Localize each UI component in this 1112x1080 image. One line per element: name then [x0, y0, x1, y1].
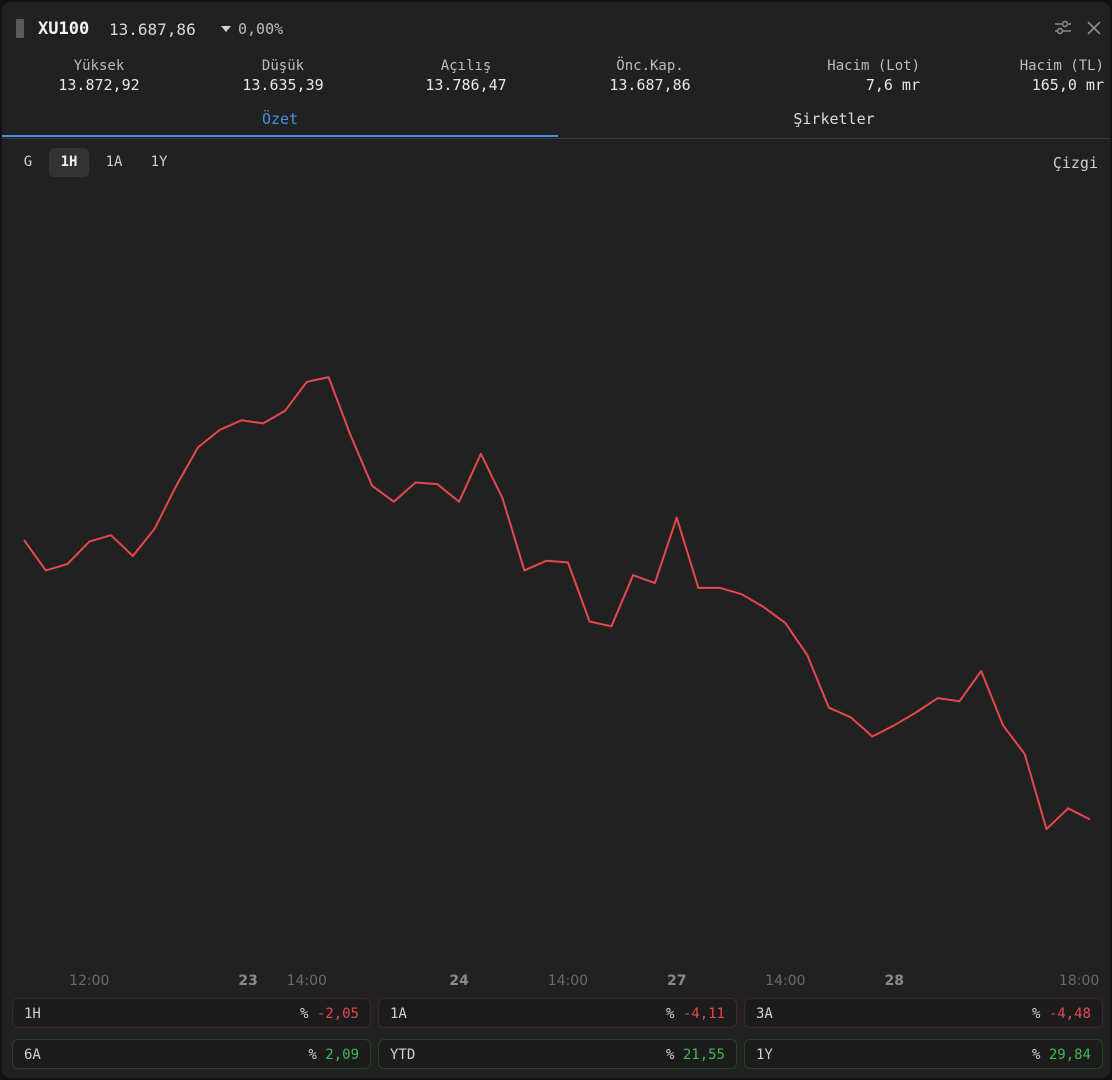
performance-label: 1H [24, 1006, 41, 1022]
x-tick-label: 14:00 [548, 973, 588, 989]
x-tick-label: 18:00 [1059, 973, 1099, 989]
performance-value: 29,84 [1048, 1047, 1091, 1063]
drag-handle[interactable] [16, 19, 24, 38]
performance-value: -4,48 [1048, 1006, 1091, 1022]
performance-value-wrap: % -4,11 [666, 1006, 725, 1022]
range-day[interactable]: G [14, 148, 42, 177]
performance-label: YTD [390, 1047, 416, 1063]
x-tick-label: 27 [667, 973, 686, 989]
symbol-label[interactable]: XU100 [38, 19, 89, 39]
performance-label: 6A [24, 1047, 41, 1063]
percent-sign: % [1031, 1006, 1041, 1022]
stat-value: 13.786,47 [425, 76, 507, 94]
stats-row: Yüksek 13.872,92 Düşük 13.635,39 Açılış … [2, 58, 1110, 102]
stat-value: 7,6 mr [865, 76, 920, 94]
tab-companies[interactable]: Şirketler [558, 106, 1110, 137]
performance-card[interactable]: 1Y % 29,84 [744, 1039, 1103, 1069]
performance-value-wrap: % -4,48 [1032, 1006, 1091, 1022]
index-widget: XU100 13.687,86 0,00% Yüksek 13.872,92 D… [2, 2, 1110, 1078]
x-tick-label: 12:00 [69, 973, 109, 989]
percent-sign: % [299, 1006, 309, 1022]
performance-card[interactable]: 6A % 2,09 [12, 1039, 371, 1069]
performance-card[interactable]: YTD % 21,55 [378, 1039, 737, 1069]
range-week[interactable]: 1H [49, 148, 89, 177]
range-year[interactable]: 1Y [141, 148, 177, 177]
stat-volume-lot: Hacim (Lot) 7,6 mr [827, 58, 920, 94]
stat-value: 13.687,86 [609, 76, 691, 94]
stat-high: Yüksek 13.872,92 [58, 58, 139, 94]
x-tick-label: 23 [238, 973, 257, 989]
close-icon[interactable] [1084, 18, 1104, 38]
x-tick-label: 28 [884, 973, 903, 989]
tab-bar: Özet Şirketler [2, 106, 1110, 139]
x-tick-label: 24 [449, 973, 469, 989]
caret-down-icon [221, 26, 231, 32]
performance-label: 3A [756, 1006, 773, 1022]
performance-value: 21,55 [682, 1047, 725, 1063]
stat-label: Hacim (TL) [1019, 58, 1104, 74]
performance-card[interactable]: 1H % -2,05 [12, 998, 371, 1028]
last-price: 13.687,86 [109, 20, 196, 39]
performance-value-wrap: % 21,55 [666, 1047, 725, 1063]
stat-low: Düşük 13.635,39 [242, 58, 323, 94]
widget-header: XU100 13.687,86 0,00% [2, 2, 1110, 56]
stat-label: Düşük [261, 58, 305, 74]
range-month[interactable]: 1A [96, 148, 132, 177]
performance-card[interactable]: 3A % -4,48 [744, 998, 1103, 1028]
performance-card[interactable]: 1A % -4,11 [378, 998, 737, 1028]
stat-open: Açılış 13.786,47 [425, 58, 506, 94]
tab-summary[interactable]: Özet [2, 106, 558, 137]
stat-label: Hacim (Lot) [827, 58, 920, 74]
price-change: 0,00% [238, 20, 284, 38]
performance-value: -4,11 [682, 1006, 725, 1022]
performance-label: 1A [390, 1006, 407, 1022]
stat-label: Önc.Kap. [616, 58, 684, 74]
x-tick-label: 14:00 [287, 973, 327, 989]
price-line-chart: 12:00 23 14:00 24 14:00 27 14:00 28 18:00 [23, 376, 1099, 989]
chart-type-selector[interactable]: Çizgi [1053, 154, 1098, 172]
stat-volume-tl: Hacim (TL) 165,0 mr [1020, 58, 1104, 94]
percent-sign: % [665, 1047, 675, 1063]
stat-label: Açılış [440, 58, 492, 74]
performance-value: 2,09 [325, 1047, 359, 1063]
stat-label: Yüksek [73, 58, 125, 74]
x-tick-label: 14:00 [765, 973, 805, 989]
percent-sign: % [308, 1047, 317, 1063]
performance-value: -2,05 [316, 1006, 359, 1022]
stat-value: 13.635,39 [242, 76, 324, 94]
stat-value: 13.872,92 [58, 76, 140, 94]
performance-value-wrap: % 29,84 [1032, 1047, 1091, 1063]
performance-label: 1Y [756, 1047, 773, 1063]
settings-sliders-icon[interactable] [1053, 18, 1073, 38]
price-series-line [23, 376, 1091, 831]
percent-sign: % [1031, 1047, 1041, 1063]
stat-prev-close: Önc.Kap. 13.687,86 [609, 58, 690, 94]
performance-value-wrap: % -2,05 [300, 1006, 359, 1022]
stat-value: 165,0 mr [1031, 76, 1104, 94]
percent-sign: % [665, 1006, 675, 1022]
performance-value-wrap: % 2,09 [308, 1047, 359, 1063]
